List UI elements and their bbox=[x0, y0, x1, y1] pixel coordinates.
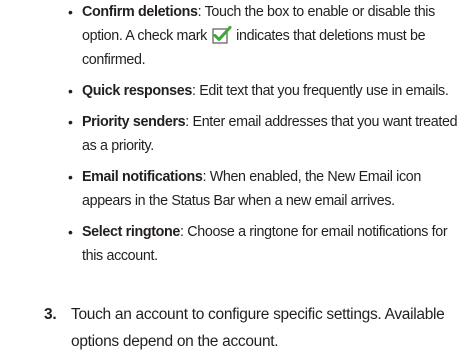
list-item-priority-senders: • Priority senders: Enter email addresse… bbox=[68, 110, 468, 158]
option-term: Confirm deletions bbox=[82, 4, 198, 20]
step-text: Touch an account to configure specific s… bbox=[71, 306, 445, 350]
option-term: Priority senders bbox=[82, 114, 186, 130]
step-number: 3. bbox=[44, 306, 57, 323]
manual-page: • Confirm deletions: Touch the box to en… bbox=[0, 0, 471, 363]
option-term: Email notifications bbox=[82, 169, 203, 185]
bullet-icon: • bbox=[68, 114, 73, 130]
list-item-quick-responses: • Quick responses: Edit text that you fr… bbox=[68, 79, 468, 103]
bullet-icon: • bbox=[68, 4, 73, 20]
bullet-icon: • bbox=[68, 224, 73, 240]
options-list: • Confirm deletions: Touch the box to en… bbox=[68, 0, 468, 275]
list-item-confirm-deletions: • Confirm deletions: Touch the box to en… bbox=[68, 0, 468, 72]
checkbox-checked-icon bbox=[211, 26, 232, 44]
list-item-select-ringtone: • Select ringtone: Choose a ringtone for… bbox=[68, 220, 468, 268]
bullet-icon: • bbox=[68, 83, 73, 99]
list-item-email-notifications: • Email notifications: When enabled, the… bbox=[68, 165, 468, 213]
option-term: Quick responses bbox=[82, 83, 192, 99]
option-description: : Edit text that you frequently use in e… bbox=[191, 83, 449, 99]
bullet-icon: • bbox=[68, 169, 73, 185]
option-term: Select ringtone bbox=[82, 224, 181, 240]
